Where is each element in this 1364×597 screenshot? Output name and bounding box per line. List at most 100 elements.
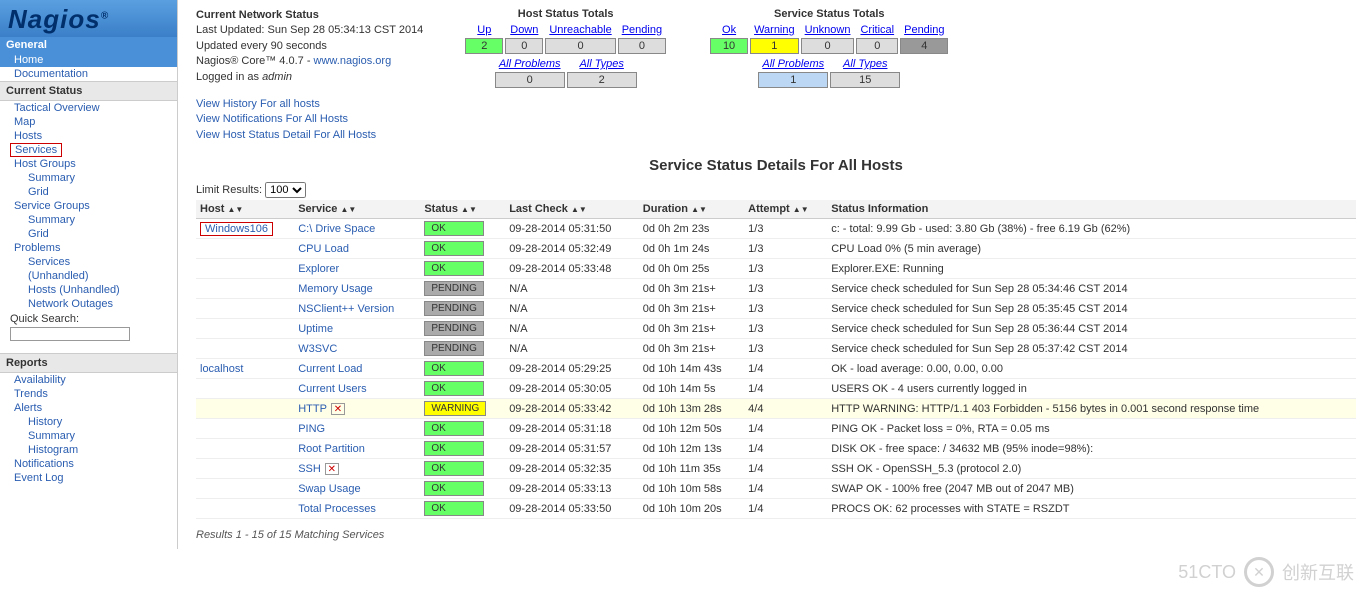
nagios-link[interactable]: www.nagios.org	[314, 55, 392, 67]
view-host-status-link[interactable]: View Host Status Detail For All Hosts	[196, 128, 423, 143]
cell-attempt: 1/3	[744, 339, 827, 359]
sort-icon[interactable]: ▲▼	[571, 206, 587, 214]
quick-search-input[interactable]	[10, 327, 130, 341]
host-down-count[interactable]: 0	[505, 38, 543, 54]
svc-unknown-count[interactable]: 0	[801, 38, 855, 54]
service-link[interactable]: W3SVC	[298, 343, 337, 355]
sidebar-problems-hosts[interactable]: Hosts (Unhandled)	[0, 283, 177, 297]
sidebar-alerts-history[interactable]: History	[0, 415, 177, 429]
service-link[interactable]: Root Partition	[298, 443, 365, 455]
sidebar-problems[interactable]: Problems	[0, 241, 177, 255]
col-service[interactable]: Service ▲▼	[294, 200, 420, 219]
service-link[interactable]: SSH	[298, 463, 321, 475]
svc-critical-count[interactable]: 0	[856, 38, 898, 54]
sidebar-service-groups[interactable]: Service Groups	[0, 199, 177, 213]
sidebar-host-groups[interactable]: Host Groups	[0, 157, 177, 171]
svc-all-problems-count[interactable]: 1	[758, 72, 828, 88]
sidebar-alerts-histogram[interactable]: Histogram	[0, 443, 177, 457]
sort-icon[interactable]: ▲▼	[228, 206, 244, 214]
sidebar-hostgroups-grid[interactable]: Grid	[0, 185, 177, 199]
sort-icon[interactable]: ▲▼	[793, 206, 809, 214]
host-link[interactable]: Windows106	[200, 222, 273, 236]
sort-icon[interactable]: ▲▼	[461, 206, 477, 214]
svc-pending-count[interactable]: 4	[900, 38, 948, 54]
notifications-disabled-icon[interactable]: ✕	[325, 463, 339, 475]
host-unreachable-count[interactable]: 0	[545, 38, 615, 54]
host-down-header[interactable]: Down	[510, 24, 538, 36]
service-link[interactable]: Current Load	[298, 363, 362, 375]
service-link[interactable]: Current Users	[298, 383, 366, 395]
view-history-link[interactable]: View History For all hosts	[196, 97, 423, 112]
sidebar-event-log[interactable]: Event Log	[0, 471, 177, 485]
svc-ok-header[interactable]: Ok	[722, 24, 736, 36]
sidebar-tactical-overview[interactable]: Tactical Overview	[0, 101, 177, 115]
host-all-types-count[interactable]: 2	[567, 72, 637, 88]
cell-duration: 0d 10h 10m 58s	[639, 479, 744, 499]
host-pending-header[interactable]: Pending	[622, 24, 662, 36]
svc-all-types-header[interactable]: All Types	[843, 58, 887, 70]
sidebar-problems-unhandled-services[interactable]: (Unhandled)	[0, 269, 177, 283]
sidebar-trends[interactable]: Trends	[0, 387, 177, 401]
service-link[interactable]: HTTP	[298, 403, 327, 415]
table-row: Swap Usage OK 09-28-2014 05:33:13 0d 10h…	[196, 479, 1356, 499]
svc-unknown-header[interactable]: Unknown	[805, 24, 851, 36]
sidebar-documentation[interactable]: Documentation	[0, 67, 177, 81]
service-link[interactable]: Memory Usage	[298, 283, 373, 295]
sidebar-availability[interactable]: Availability	[0, 373, 177, 387]
sidebar-map[interactable]: Map	[0, 115, 177, 129]
host-pending-count[interactable]: 0	[618, 38, 666, 54]
service-link[interactable]: C:\ Drive Space	[298, 223, 375, 235]
service-link[interactable]: Total Processes	[298, 503, 376, 515]
quick-search-label: Quick Search:	[0, 311, 177, 327]
logged-in-label: Logged in as	[196, 71, 262, 83]
sidebar-network-outages[interactable]: Network Outages	[0, 297, 177, 311]
service-status-totals: Service Status Totals Ok Warning Unknown…	[708, 8, 950, 90]
status-badge: PENDING	[424, 341, 484, 356]
sidebar-alerts[interactable]: Alerts	[0, 401, 177, 415]
col-host[interactable]: Host ▲▼	[196, 200, 294, 219]
svc-pending-header[interactable]: Pending	[904, 24, 944, 36]
sidebar-problems-services[interactable]: Services	[0, 255, 177, 269]
service-link[interactable]: NSClient++ Version	[298, 303, 394, 315]
view-notifications-link[interactable]: View Notifications For All Hosts	[196, 112, 423, 127]
sidebar-servicegroups-summary[interactable]: Summary	[0, 213, 177, 227]
host-link[interactable]: localhost	[200, 363, 243, 375]
svc-ok-count[interactable]: 10	[710, 38, 748, 54]
sort-icon[interactable]: ▲▼	[691, 206, 707, 214]
col-lastcheck[interactable]: Last Check ▲▼	[505, 200, 639, 219]
service-link[interactable]: Swap Usage	[298, 483, 360, 495]
cell-lastcheck: N/A	[505, 299, 639, 319]
host-up-count[interactable]: 2	[465, 38, 503, 54]
svc-all-types-count[interactable]: 15	[830, 72, 900, 88]
cell-lastcheck: N/A	[505, 339, 639, 359]
svc-warn-count[interactable]: 1	[750, 38, 799, 54]
sidebar-hosts[interactable]: Hosts	[0, 129, 177, 143]
service-link[interactable]: Explorer	[298, 263, 339, 275]
sidebar-alerts-summary[interactable]: Summary	[0, 429, 177, 443]
sidebar-home[interactable]: Home	[0, 53, 177, 67]
cell-info: SSH OK - OpenSSH_5.3 (protocol 2.0)	[827, 459, 1356, 479]
sidebar-notifications[interactable]: Notifications	[0, 457, 177, 471]
svc-critical-header[interactable]: Critical	[860, 24, 894, 36]
service-link[interactable]: CPU Load	[298, 243, 349, 255]
col-duration[interactable]: Duration ▲▼	[639, 200, 744, 219]
sidebar-hostgroups-summary[interactable]: Summary	[0, 171, 177, 185]
sidebar-services[interactable]: Services	[10, 143, 62, 157]
col-status[interactable]: Status ▲▼	[420, 200, 505, 219]
svc-warn-header[interactable]: Warning	[754, 24, 795, 36]
host-unreachable-header[interactable]: Unreachable	[549, 24, 611, 36]
limit-select[interactable]: 100	[265, 182, 306, 198]
svc-all-problems-header[interactable]: All Problems	[762, 58, 824, 70]
host-up-header[interactable]: Up	[477, 24, 491, 36]
host-all-problems-count[interactable]: 0	[495, 72, 565, 88]
sort-icon[interactable]: ▲▼	[340, 206, 356, 214]
service-link[interactable]: Uptime	[298, 323, 333, 335]
table-row: Current Users OK 09-28-2014 05:30:05 0d …	[196, 379, 1356, 399]
service-link[interactable]: PING	[298, 423, 325, 435]
notifications-disabled-icon[interactable]: ✕	[331, 403, 345, 415]
host-all-problems-header[interactable]: All Problems	[499, 58, 561, 70]
sidebar-servicegroups-grid[interactable]: Grid	[0, 227, 177, 241]
col-attempt[interactable]: Attempt ▲▼	[744, 200, 827, 219]
host-all-types-header[interactable]: All Types	[579, 58, 623, 70]
cell-status: OK	[420, 219, 505, 239]
